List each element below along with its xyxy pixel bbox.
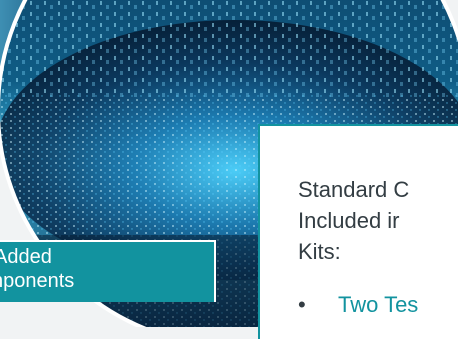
added-box-line-2: nponents	[0, 270, 75, 292]
standard-box-line-2: Included ir	[298, 208, 400, 233]
bullet-item: • Two Tes	[298, 289, 458, 320]
standard-box-line-1: Standard C	[298, 177, 410, 202]
added-box-line-1: Added	[0, 246, 52, 268]
bullet-symbol: •	[298, 292, 306, 317]
added-components-box: Added nponents	[0, 240, 216, 302]
bullet-text: Two Tes	[338, 292, 419, 317]
standard-box-line-3: Kits:	[298, 239, 341, 264]
standard-components-box: Standard C Included ir Kits: • Two Tes	[258, 124, 458, 339]
